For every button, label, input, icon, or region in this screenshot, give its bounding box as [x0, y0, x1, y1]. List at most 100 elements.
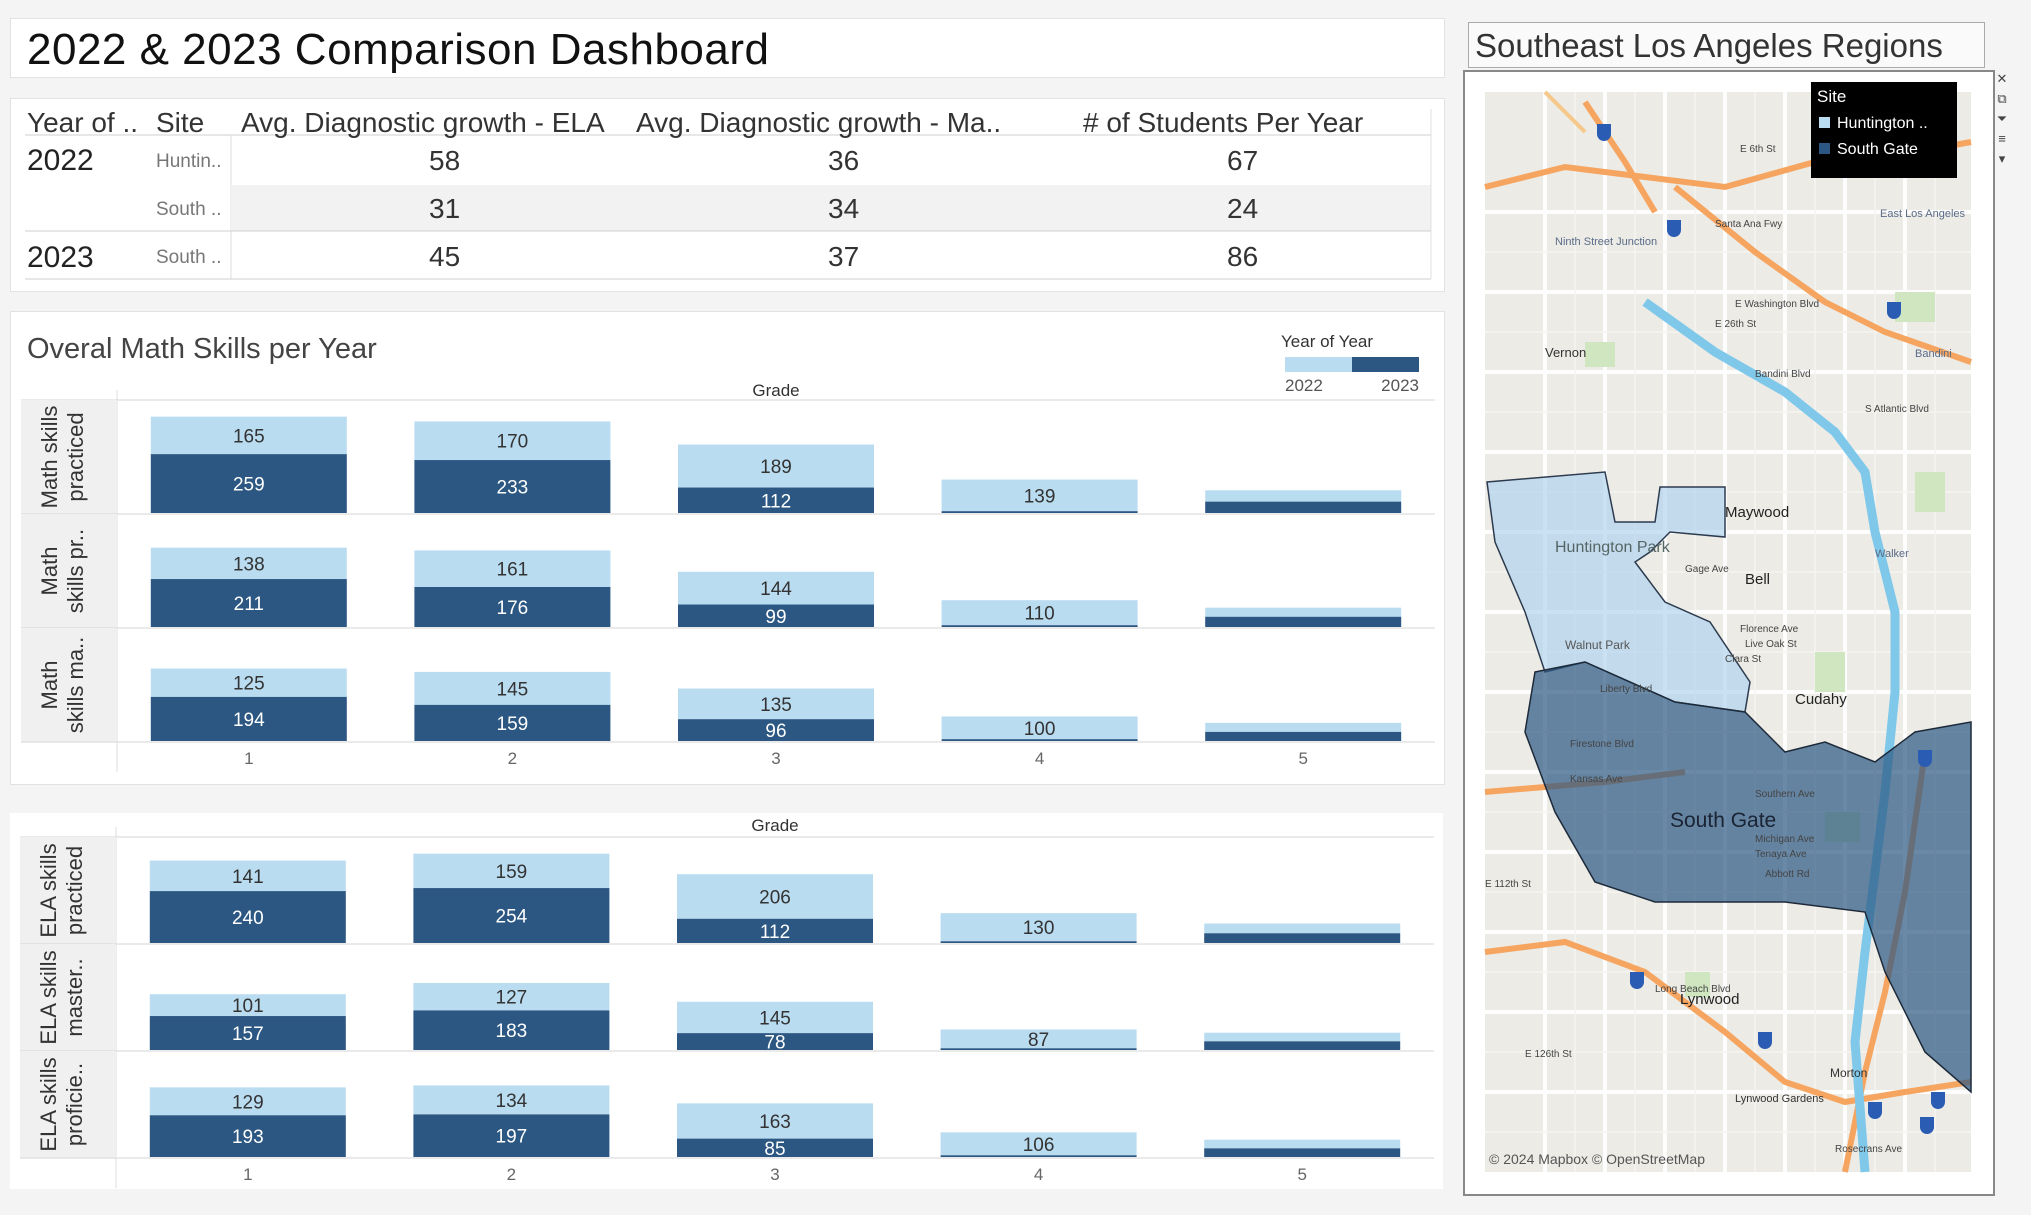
math-bar-2023[interactable]	[941, 511, 1138, 513]
math-label-2022: 161	[497, 560, 529, 581]
close-icon[interactable]: ✕	[1994, 72, 2010, 86]
math-grade-label: 3	[771, 749, 780, 768]
map-title-box: Southeast Los Angeles Regions	[1468, 22, 1985, 68]
map-container[interactable]: Maywood Bell Cudahy Lynwood Vernon Walnu…	[1463, 70, 1995, 1196]
street-label: Liberty Blvd	[1600, 684, 1652, 695]
more-icon[interactable]: ▾	[1994, 152, 2010, 166]
ela-bar-2023[interactable]	[1204, 933, 1401, 943]
ela-bar-2023[interactable]	[1204, 1148, 1401, 1157]
ela-label-2023: 78	[764, 1033, 785, 1054]
summary-table: Year of .. Site Avg. Diagnostic growth -…	[10, 98, 1445, 292]
row-math: 36	[828, 145, 859, 176]
legend-swatch-2022[interactable]	[1285, 357, 1352, 372]
math-grade-label: 5	[1298, 749, 1307, 768]
math-grade-label: 1	[244, 749, 253, 768]
row-students: 86	[1227, 241, 1258, 272]
math-bar-2023[interactable]	[1205, 731, 1402, 741]
math-bar-2022[interactable]	[1205, 722, 1402, 732]
math-label-2023: 194	[233, 710, 265, 731]
street-label: S Atlantic Blvd	[1865, 404, 1929, 415]
map-legend-item[interactable]: South Gate	[1837, 141, 1918, 158]
math-label-2022: 125	[233, 674, 265, 695]
ela-grade-label: 3	[770, 1165, 779, 1184]
header-year[interactable]: Year of ..	[27, 107, 138, 138]
ela-label-2022: 129	[232, 1092, 264, 1113]
ela-bar-2023[interactable]	[940, 941, 1137, 943]
math-row-label-line: Math	[37, 661, 62, 710]
header-math[interactable]: Avg. Diagnostic growth - Ma..	[636, 107, 1001, 138]
ela-bar-2022[interactable]	[1204, 1032, 1401, 1042]
map-label-ninth-street-junction: Ninth Street Junction	[1555, 236, 1657, 248]
math-bar-2022[interactable]	[1205, 490, 1402, 502]
map-label-walnut-park: Walnut Park	[1565, 638, 1631, 652]
title-panel: 2022 & 2023 Comparison Dashboard	[10, 18, 1445, 78]
ela-grade-label: 2	[507, 1165, 516, 1184]
map-label-huntington-park: Huntington Park	[1555, 539, 1671, 556]
header-site[interactable]: Site	[156, 107, 204, 138]
math-bar-2022[interactable]	[1205, 607, 1402, 617]
ela-grade-label: 4	[1034, 1165, 1043, 1184]
ela-label-2023: 240	[232, 908, 264, 929]
dashboard-title: 2022 & 2023 Comparison Dashboard	[27, 25, 770, 74]
math-label-2022: 100	[1024, 719, 1056, 740]
ela-bar-2022[interactable]	[1204, 923, 1401, 934]
row-year: 2023	[27, 241, 94, 274]
math-row-label-line: skills ma..	[63, 637, 88, 734]
math-bar-2023[interactable]	[1205, 616, 1402, 627]
math-label-2023: 159	[497, 714, 529, 735]
map-label-bandini: Bandini	[1915, 348, 1952, 360]
legend-swatch-huntington[interactable]	[1819, 117, 1830, 128]
street-label: Michigan Ave	[1755, 834, 1815, 845]
street-label: Southern Ave	[1755, 789, 1815, 800]
math-label-2023: 99	[765, 607, 786, 628]
row-site: South ..	[156, 247, 222, 268]
street-label: Live Oak St	[1745, 639, 1797, 650]
math-row-label-line: Math	[37, 547, 62, 596]
math-bar-2023[interactable]	[941, 625, 1138, 627]
ela-row-label-line: ELA skills	[36, 1057, 61, 1151]
ela-label-2023: 157	[232, 1024, 264, 1045]
row-students: 67	[1227, 145, 1258, 176]
map-label-walker: Walker	[1875, 548, 1909, 560]
legend-label-2023: 2023	[1381, 376, 1419, 395]
ela-label-2022: 127	[496, 988, 528, 1009]
filter-icon[interactable]: ⏷	[1994, 112, 2010, 126]
header-students[interactable]: # of Students Per Year	[1083, 107, 1363, 138]
ela-label-2023: 193	[232, 1127, 264, 1148]
ela-label-2022: 159	[496, 862, 528, 883]
math-label-2022: 170	[497, 432, 529, 453]
math-label-2023: 96	[765, 721, 786, 742]
header-ela[interactable]: Avg. Diagnostic growth - ELA	[241, 107, 605, 138]
summary-table-svg: Year of .. Site Avg. Diagnostic growth -…	[25, 107, 1432, 280]
row-site: Huntin..	[156, 151, 221, 172]
legend-swatch-2023[interactable]	[1352, 357, 1419, 372]
ela-label-2022: 141	[232, 867, 264, 888]
math-chart-panel: Overal Math Skills per Year Year of Year…	[10, 311, 1445, 785]
ela-bar-2022[interactable]	[1204, 1139, 1401, 1149]
math-label-2022: 189	[760, 457, 792, 478]
math-label-2023: 259	[233, 475, 265, 496]
math-row-label: Math skillspracticed	[37, 406, 88, 509]
row-students: 24	[1227, 193, 1258, 224]
legend-swatch-south-gate[interactable]	[1819, 143, 1830, 154]
math-chart: Overal Math Skills per Year Year of Year…	[21, 332, 1435, 772]
ela-grade-label: 1	[243, 1165, 252, 1184]
ela-label-2022: 163	[759, 1112, 791, 1133]
ela-row-label-line: practiced	[62, 846, 87, 935]
street-label: Florence Ave	[1740, 624, 1799, 635]
ela-label-2022: 134	[496, 1091, 528, 1112]
math-label-2022: 138	[233, 554, 265, 575]
street-label: Clara St	[1725, 654, 1761, 665]
math-label-2022: 145	[497, 679, 529, 700]
row-year: 2022	[27, 144, 94, 177]
sort-icon[interactable]: ≡	[1994, 132, 2010, 146]
ela-bar-2023[interactable]	[1204, 1041, 1401, 1050]
popout-icon[interactable]: ⧉	[1994, 92, 2010, 106]
math-bar-2023[interactable]	[1205, 501, 1402, 513]
math-row-label-line: Math skills	[37, 406, 62, 509]
map-legend[interactable]: Site Huntington .. South Gate	[1811, 82, 1957, 178]
map-legend-item[interactable]: Huntington ..	[1837, 115, 1928, 132]
math-grade-label: 4	[1035, 749, 1044, 768]
map-svg[interactable]: Maywood Bell Cudahy Lynwood Vernon Walnu…	[1465, 72, 1993, 1194]
ela-row-label-line: proficie..	[62, 1063, 87, 1146]
